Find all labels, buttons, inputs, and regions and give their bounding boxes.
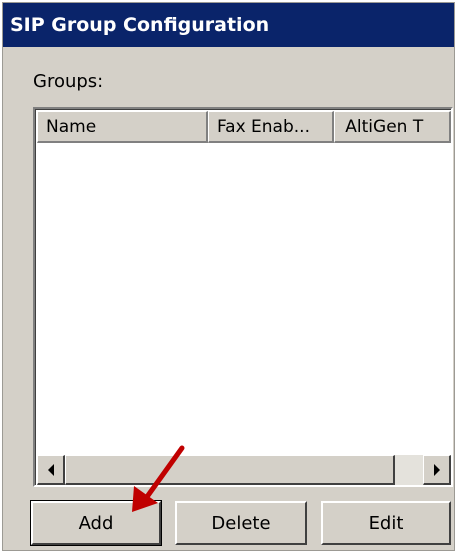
arrow-right-icon <box>433 463 440 476</box>
groups-label: Groups: <box>33 71 104 92</box>
scroll-track[interactable] <box>395 455 423 485</box>
column-header-fax-enabled[interactable]: Fax Enab... <box>207 111 335 143</box>
delete-button[interactable]: Delete <box>175 501 307 545</box>
list-body[interactable] <box>37 143 451 453</box>
column-header-altigen-trunk[interactable]: AltiGen T <box>334 111 451 143</box>
column-header-name[interactable]: Name <box>37 111 208 143</box>
panel-title: SIP Group Configuration <box>3 3 454 47</box>
scroll-thumb[interactable] <box>65 455 395 485</box>
add-button[interactable]: Add <box>30 500 162 546</box>
edit-button[interactable]: Edit <box>321 501 451 545</box>
groups-list-view[interactable]: Name Fax Enab... AltiGen T <box>33 107 453 487</box>
scroll-left-button[interactable] <box>37 455 65 485</box>
list-header: Name Fax Enab... AltiGen T <box>37 111 451 143</box>
horizontal-scrollbar[interactable] <box>37 455 451 485</box>
scroll-right-button[interactable] <box>423 455 451 485</box>
sip-group-configuration-panel: SIP Group Configuration Groups: Name Fax… <box>2 2 455 551</box>
arrow-left-icon <box>47 463 54 476</box>
